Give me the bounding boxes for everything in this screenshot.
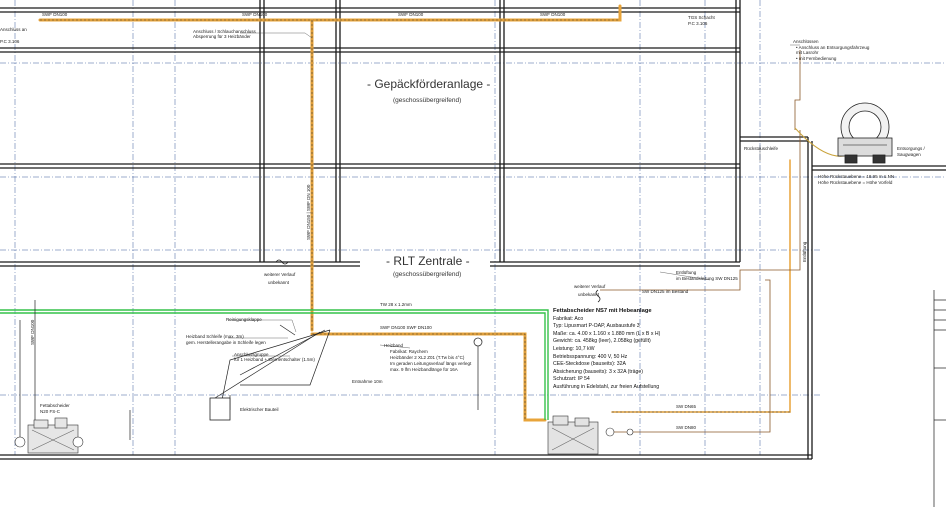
right-separator — [547, 415, 634, 455]
label-reinigungsklappe: Reinigungsklappe — [226, 317, 262, 322]
label-swf-dn100-3: SWF DN100 — [398, 12, 424, 17]
spec-line: Absicherung (bauseits): 3 x 32A (träge) — [553, 368, 643, 375]
gauge-symbol — [473, 337, 483, 347]
label-swf-dn100-2: SWF DN100 — [242, 12, 268, 17]
label-tw-line: TW 28 x 1.2mm — [380, 302, 412, 307]
label-top-right4: • mit Fernbedienung — [796, 56, 837, 61]
label-height2: Höhe Rückstauebene = Höhe Vorfeld — [818, 180, 893, 185]
spec-block: Fettabscheider NS7 mit Hebeanlage Fabrik… — [553, 308, 665, 392]
label-unbekannt-r: unbekannt — [578, 292, 600, 297]
label-tgs-sub: P.C 3.106 — [688, 21, 708, 26]
label-vertical-right: Entlüftung — [802, 241, 807, 262]
leaders — [228, 32, 800, 357]
title-gepaeck: - Gepäckförderanlage - — [367, 77, 491, 91]
label-anschluss-note2: Absperrung für 3 Heizbänder — [193, 34, 251, 39]
label-swf-dn100-1: SWF DN100 — [42, 12, 68, 17]
drawing-canvas: - Gepäckförderanlage - (geschossübergrei… — [0, 0, 946, 507]
subtitle-gepaeck: (geschossübergreifend) — [393, 97, 462, 104]
label-fettab-left2: N20 FS-C — [40, 409, 61, 414]
label-heizband-note4: max. 9 lfm Heizbandlänge für 16A — [390, 367, 458, 372]
title-block — [933, 290, 946, 507]
label-sw-dn80: SW DN80 — [676, 425, 697, 430]
subtitle-rlt: (geschossübergreifend) — [393, 271, 462, 278]
label-swf-dn100-4: SWF DN100 — [540, 12, 566, 17]
label-riser: SWF DN150 | SWF DN 100 — [306, 184, 311, 240]
label-unbekannt: unbekannt — [268, 280, 290, 285]
tanker-truck — [837, 102, 893, 164]
label-rueckstau-top: Rückstauschleife — [744, 146, 779, 151]
spec-line: Gewicht: ca. 458kg (leer), 2.058kg (gefü… — [553, 338, 651, 345]
label-entnahme: Entnahme 10m — [352, 379, 383, 384]
spec-line: Fabrikat: Aco — [553, 315, 584, 322]
label-weiterer-verlauf-r: weiterer Verlauf — [574, 284, 606, 289]
spec-line: CEE-Steckdose (bauseits): 32A — [553, 361, 626, 368]
spec-line: Betriebsspannung: 400 V, 50 Hz — [553, 353, 628, 360]
left-separator — [14, 417, 84, 454]
electrical-box — [209, 397, 231, 421]
axis-lines — [0, 0, 946, 455]
label-left-anschluss: Anschluss an — [0, 27, 27, 32]
label-left-dn: SWF DN100 — [30, 319, 35, 345]
label-schalter-box: Elektrischer Bauteil — [240, 407, 279, 412]
label-entsorgung2: Saugwagen — [897, 152, 921, 157]
label-heizband2: gem. Herstellerangabe in Schleife legen — [186, 340, 266, 345]
spec-line: Typ: Lipusmart P-OAP, Ausbaustufe 3 — [553, 323, 640, 330]
spec-line: Schutzart: IP 54 — [553, 376, 590, 383]
label-sw-dn65: SW DN65 — [676, 404, 697, 409]
spec-line: Leistung: 10,7 kW — [553, 345, 595, 352]
spec-title: Fettabscheider NS7 mit Hebeanlage — [553, 308, 652, 314]
label-anschluss-grp2: für 1 Heizband + Elementschalter (1.5m) — [234, 357, 315, 362]
label-swf-pipe: SWF DN100 SWF DN100 — [380, 325, 432, 330]
building-walls — [0, 0, 946, 460]
label-left-ref: P.C 3.106 — [0, 39, 20, 44]
title-rlt: - RLT Zentrale - — [384, 254, 472, 269]
label-weiterer-verlauf: weiterer Verlauf — [264, 272, 296, 277]
spec-line: Maße: ca. 4.00 x 1.160 x 1.880 mm (L x B… — [553, 330, 661, 337]
label-right-note2: im Bestandsleitung SW DN125 — [676, 276, 738, 281]
spec-line: Ausführung in Edelstahl, zur freien Aufs… — [553, 383, 660, 390]
label-right-sw-dn: SW DN125 im Bestand — [642, 289, 689, 294]
